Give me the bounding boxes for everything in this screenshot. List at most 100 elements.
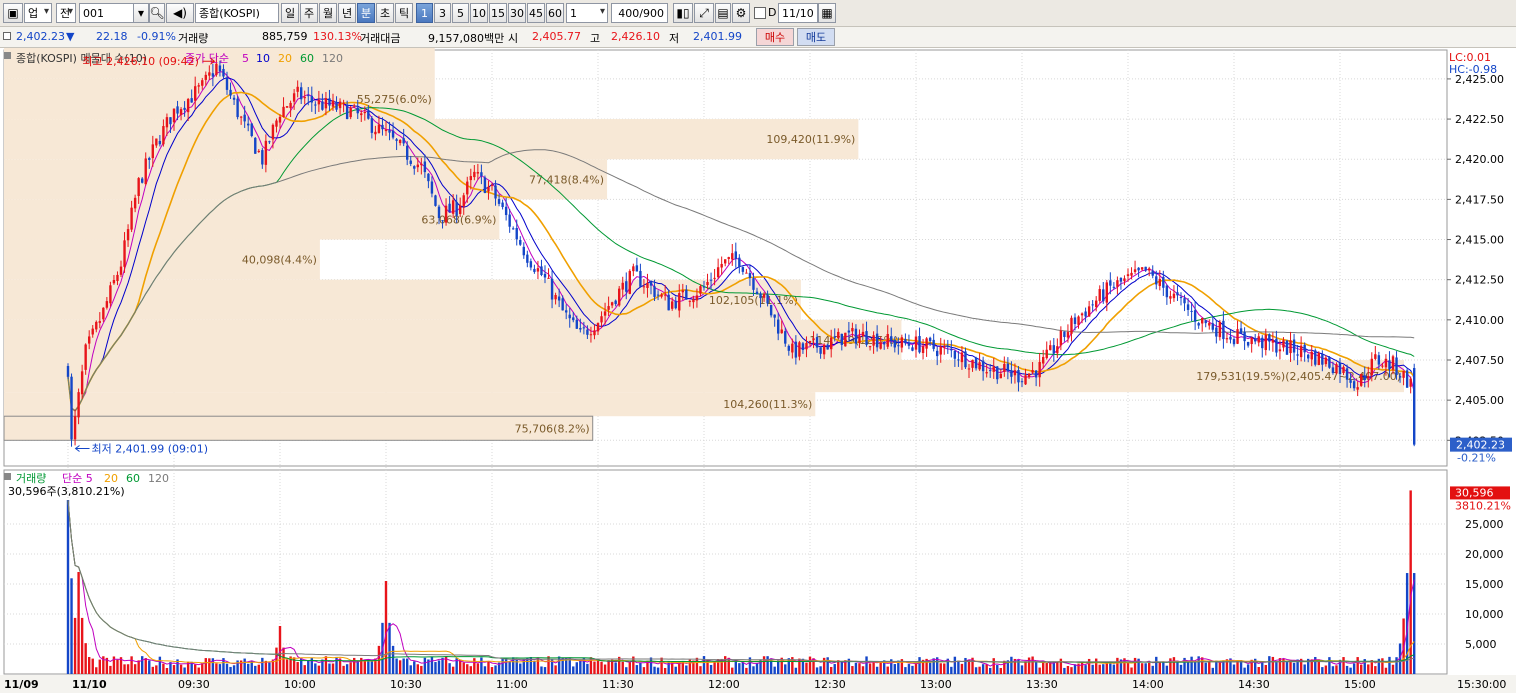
period-tab-6[interactable]: 틱 — [395, 3, 413, 23]
code-input[interactable]: 001 — [79, 3, 134, 23]
candle-body — [964, 351, 967, 368]
candle-body — [126, 229, 130, 241]
date-input[interactable]: 11/10 — [778, 3, 818, 23]
interval-button-3[interactable]: 3 — [434, 3, 451, 23]
candle-body — [798, 342, 801, 357]
interval-button-5[interactable]: 5 — [452, 3, 469, 23]
period-tab-1[interactable]: 주 — [300, 3, 318, 23]
period-tab-3[interactable]: 년 — [338, 3, 356, 23]
candle-body — [1321, 354, 1324, 365]
volume-bar — [437, 660, 441, 674]
interval-button-1[interactable]: 1 — [416, 3, 433, 23]
candle-body — [822, 344, 826, 355]
interval-button-15[interactable]: 15 — [489, 3, 507, 23]
volume-bar — [1070, 667, 1073, 674]
candle-body — [971, 359, 974, 368]
candle-body — [1013, 370, 1017, 376]
candle-body — [451, 200, 455, 214]
save-icon[interactable]: ▤ — [715, 3, 731, 23]
chart-type-icon[interactable]: ▣ — [3, 3, 23, 23]
volume-bar — [1066, 665, 1070, 674]
candle-body — [388, 130, 391, 133]
count-field[interactable]: 400/900 — [611, 3, 668, 23]
volume-bar — [307, 660, 310, 674]
sell-button[interactable]: 매도 — [797, 28, 835, 46]
period-tab-0[interactable]: 일 — [281, 3, 299, 23]
volume-panel — [3, 469, 1448, 675]
volume-bar — [1176, 662, 1179, 674]
volume-bar — [1278, 658, 1282, 674]
candle-body — [618, 288, 621, 306]
volume-bar — [1331, 666, 1335, 674]
prev-select[interactable]: 전 — [56, 3, 76, 23]
candle-body — [671, 301, 674, 309]
candle-body — [430, 181, 434, 194]
candle-body — [1102, 289, 1105, 302]
candle-body — [547, 277, 550, 279]
candle-body — [158, 140, 162, 145]
volume-bar — [1144, 663, 1147, 674]
speaker-icon[interactable]: ◀) — [166, 3, 194, 23]
candle-body — [1095, 300, 1098, 308]
candle-body — [791, 343, 794, 353]
price-chart[interactable]: 55,275(6.0%)109,420(11.9%)77,418(8.4%)63… — [0, 48, 1516, 694]
interval-button-45[interactable]: 45 — [527, 3, 545, 23]
candle-body — [1285, 340, 1289, 355]
candle-body — [575, 319, 578, 329]
candle-body — [688, 300, 692, 302]
volume-bar — [904, 667, 907, 674]
interval-button-10[interactable]: 10 — [470, 3, 488, 23]
interval-button-30[interactable]: 30 — [508, 3, 526, 23]
search-icon[interactable]: 🔍︎ — [149, 3, 165, 23]
interval-input[interactable]: 1 — [566, 3, 608, 23]
period-tab-4[interactable]: 분 — [357, 3, 375, 23]
volume-bar — [197, 667, 200, 674]
period-tab-2[interactable]: 월 — [319, 3, 337, 23]
candle-body — [1165, 285, 1169, 298]
volume-bar — [1162, 661, 1165, 674]
market-select[interactable]: 업 — [24, 3, 52, 23]
candle-body — [639, 270, 642, 287]
gear-icon[interactable]: ⚙ — [732, 3, 750, 23]
volume-last-value: 30,596 — [1455, 486, 1494, 499]
quote-toggle-checkbox[interactable] — [3, 32, 11, 40]
volume-bar — [794, 667, 798, 674]
candle-body — [529, 261, 533, 268]
dropdown-arrow-icon[interactable]: ▾ — [133, 3, 149, 23]
buy-button[interactable]: 매수 — [756, 28, 794, 46]
candle-body — [1006, 363, 1010, 372]
interval-button-60[interactable]: 60 — [546, 3, 564, 23]
candle-body — [91, 328, 94, 335]
volume-bar — [1236, 660, 1239, 674]
volume-bar — [1010, 656, 1013, 674]
candle-body — [307, 95, 310, 97]
period-tab-5[interactable]: 초 — [376, 3, 394, 23]
candle-icon[interactable]: ▮▯ — [673, 3, 693, 23]
volume-bar — [416, 664, 419, 674]
volume-bar — [448, 663, 451, 674]
volume-bar — [1342, 657, 1345, 674]
volume-bar — [536, 657, 540, 674]
candle-body — [409, 160, 412, 164]
candle-body — [1144, 266, 1147, 271]
candle-body — [921, 346, 925, 354]
volume-bar — [91, 658, 94, 674]
candle-body — [1130, 272, 1133, 276]
volume-bar — [1049, 662, 1052, 674]
volume-bar — [155, 665, 158, 674]
volume-label: 거래량 — [178, 32, 209, 45]
volume-bar — [459, 659, 462, 674]
date-checkbox[interactable] — [754, 7, 766, 19]
candle-body — [1105, 282, 1108, 303]
calendar-icon[interactable]: ▦ — [818, 3, 836, 23]
volume-pct: 130.13% — [313, 30, 362, 43]
candle-body — [1261, 337, 1264, 349]
candle-body — [469, 176, 472, 181]
volume-bar — [116, 659, 119, 674]
candle-body — [1360, 374, 1363, 386]
price-change: 22.18 — [96, 30, 128, 43]
candle-body — [508, 214, 511, 227]
candle-body — [1112, 286, 1116, 288]
volume-bar — [278, 626, 282, 674]
zoom-icon[interactable]: ⤢ — [694, 3, 714, 23]
